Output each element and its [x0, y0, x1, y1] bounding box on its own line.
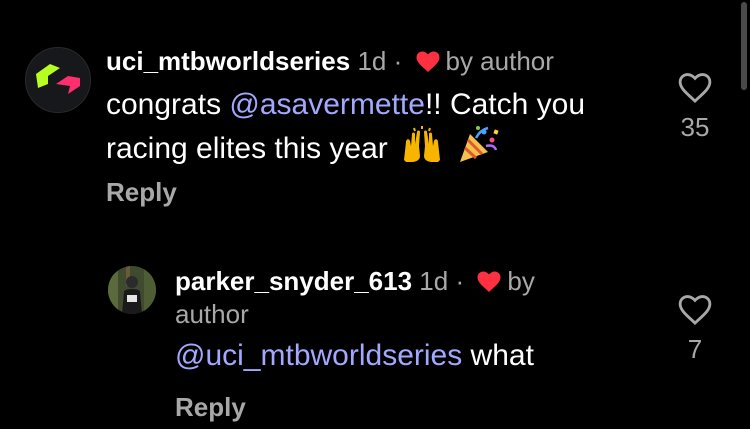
heart-outline-icon[interactable]	[678, 72, 712, 104]
mention-link[interactable]: @asavermette	[229, 88, 425, 121]
timestamp: 1d	[419, 266, 449, 296]
raising-hands-emoji	[404, 126, 441, 162]
heart-filled-icon	[416, 51, 439, 72]
username[interactable]: uci_mtbworldseries	[106, 46, 350, 76]
username[interactable]: parker_snyder_613	[175, 266, 412, 296]
reply-text: @uci_mtbworldseries what	[175, 337, 655, 375]
avatar[interactable]	[25, 47, 91, 113]
reply-header: parker_snyder_613 1d · by	[175, 265, 535, 297]
uci-mtb-logo-icon	[26, 48, 90, 112]
comment-text-prefix: congrats	[106, 88, 230, 121]
avatar[interactable]	[108, 266, 156, 314]
profile-photo	[108, 266, 156, 314]
liked-by-label: by	[507, 266, 535, 296]
liked-by-author: by author	[445, 46, 554, 76]
comment-1: uci_mtbworldseries 1d · by author congra…	[0, 0, 750, 230]
comment-text: congrats @asavermette!! Catch you racing…	[106, 86, 646, 168]
liked-by-author-line2: author	[175, 299, 249, 329]
like-count: 7	[687, 334, 703, 364]
comment-header: uci_mtbworldseries 1d · by author	[106, 45, 554, 77]
heart-filled-icon	[477, 271, 501, 292]
scrollbar[interactable]	[741, 2, 747, 90]
mention-link[interactable]: @uci_mtbworldseries	[175, 339, 462, 372]
reply-button[interactable]: Reply	[106, 177, 177, 208]
reply-text-rest: what	[462, 339, 534, 372]
comment-2-reply: parker_snyder_613 1d · by author @uci_mt…	[0, 230, 750, 429]
party-popper-emoji	[460, 126, 500, 162]
like-count: 35	[680, 112, 710, 142]
separator: ·	[455, 266, 465, 296]
separator: ·	[393, 46, 403, 76]
reply-button[interactable]: Reply	[175, 392, 246, 423]
heart-outline-icon[interactable]	[678, 294, 712, 326]
like-column: 7	[665, 294, 725, 365]
like-column: 35	[665, 72, 725, 143]
timestamp: 1d	[357, 46, 387, 76]
